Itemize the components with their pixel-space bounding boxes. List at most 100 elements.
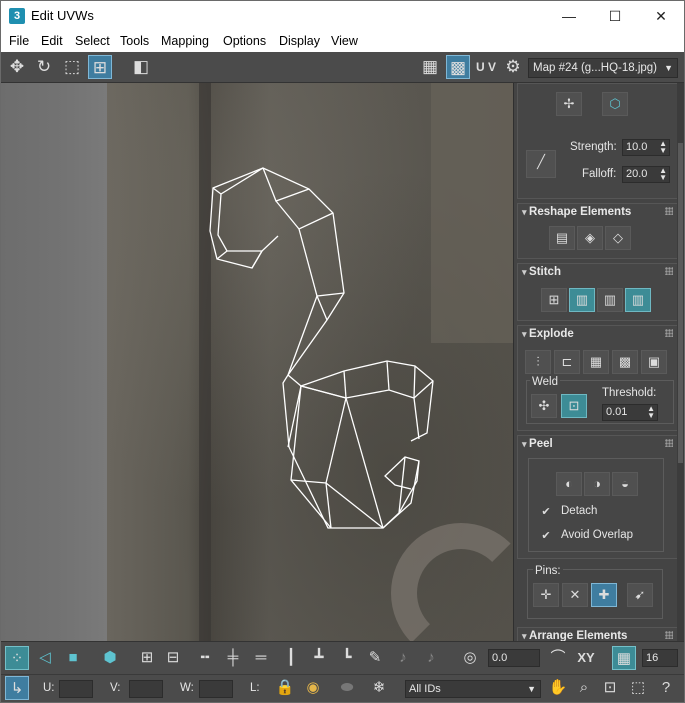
spinner-arrows-icon[interactable]: ▲ ▼ (647, 405, 655, 420)
minimize-button[interactable]: — (546, 1, 592, 31)
freeze-icon[interactable]: ❄ (367, 676, 391, 700)
xy-toggle[interactable]: XY (574, 646, 598, 670)
menu-edit[interactable]: Edit (41, 34, 63, 48)
reshape-elements-title[interactable]: Reshape Elements (522, 206, 631, 218)
ring-select-icon[interactable]: ═ (249, 646, 273, 670)
pin-auto-icon[interactable]: ✚ (591, 583, 617, 607)
show-map-icon[interactable]: ▩ (446, 55, 470, 79)
angle-spinner[interactable]: 0.0 (488, 649, 540, 667)
grip-icon[interactable] (665, 439, 673, 447)
maximize-button[interactable]: ☐ (592, 1, 638, 31)
stitch-custom-icon[interactable]: ⊞ (541, 288, 567, 312)
lock-icon[interactable]: 🔒 (273, 676, 297, 700)
soft-selection-icon[interactable]: ◎ (458, 646, 482, 670)
menu-mapping[interactable]: Mapping (161, 34, 209, 48)
align-horizontal-icon[interactable]: ┻ (307, 646, 331, 670)
absolute-offset-icon[interactable]: ↳ (5, 676, 29, 700)
falloff-curve-icon[interactable]: ⌒ (546, 646, 570, 670)
u-field[interactable] (59, 680, 93, 698)
v-field[interactable] (129, 680, 163, 698)
loop-grow-icon[interactable]: ╪ (221, 646, 245, 670)
straighten-icon[interactable]: ▤ (549, 226, 575, 250)
spinner-arrows-icon[interactable]: ▲ ▼ (659, 167, 667, 182)
paint-move-icon[interactable]: ✢ (556, 92, 582, 116)
peel-mode-icon[interactable]: ◑ (584, 472, 610, 496)
paint-select-icon[interactable]: ✎ (363, 646, 387, 670)
grip-icon[interactable] (665, 267, 673, 275)
stitch-title[interactable]: Stitch (522, 266, 561, 278)
avoid-overlap-checkbox[interactable]: ✔ (540, 530, 552, 542)
grip-icon[interactable] (665, 207, 673, 215)
threshold-spinner[interactable]: 0.01 ▲ ▼ (602, 404, 658, 421)
menu-view[interactable]: View (331, 34, 358, 48)
paint-grow-icon[interactable]: ♪ (391, 646, 415, 670)
mirror-icon[interactable]: ◧ (129, 55, 153, 79)
menu-options[interactable]: Options (223, 34, 266, 48)
explode-checker-icon[interactable]: ▩ (612, 350, 638, 374)
menu-file[interactable]: File (9, 34, 29, 48)
pin-select-icon[interactable]: ➹ (627, 583, 653, 607)
menu-select[interactable]: Select (75, 34, 110, 48)
help-icon[interactable]: ? (654, 676, 678, 700)
map-select[interactable]: Map #24 (g...HQ-18.jpg) ▼ (528, 58, 678, 78)
face-mode-icon[interactable]: ■ (61, 646, 85, 670)
scrollbar-thumb[interactable] (678, 143, 683, 463)
grid-snap-icon[interactable]: ▦ (612, 646, 636, 670)
vertex-mode-icon[interactable]: ⁘ (5, 646, 29, 670)
relax-icon[interactable]: ◈ (577, 226, 603, 250)
element-mode-icon[interactable]: ⬢ (98, 646, 122, 670)
checker-pattern-icon[interactable]: ▦ (418, 55, 442, 79)
stitch-target-icon[interactable]: ▥ (625, 288, 651, 312)
spinner-arrows-icon[interactable]: ▲ ▼ (659, 140, 667, 155)
edge-mode-icon[interactable]: ◁ (33, 646, 57, 670)
explode-frame-icon[interactable]: ▣ (641, 350, 667, 374)
weld-selected-icon[interactable]: ✣ (531, 394, 557, 418)
flatten-icon[interactable]: ◇ (605, 226, 631, 250)
pin-remove-icon[interactable]: ✕ (562, 583, 588, 607)
grip-icon[interactable] (665, 631, 673, 639)
zoom-icon[interactable]: ⌕ (572, 676, 596, 700)
break-icon[interactable]: ⫶ (525, 350, 551, 374)
stitch-source-icon[interactable]: ▥ (569, 288, 595, 312)
align-vertical-icon[interactable]: ┗ (335, 646, 359, 670)
explode-title[interactable]: Explode (522, 328, 574, 340)
close-button[interactable]: ✕ (638, 1, 684, 31)
peel-title[interactable]: Peel (522, 438, 553, 450)
panel-scrollbar[interactable] (677, 83, 684, 641)
uv-viewport[interactable] (1, 83, 513, 641)
reset-peel-icon[interactable]: ◒ (612, 472, 638, 496)
arrange-elements-title[interactable]: Arrange Elements (522, 630, 627, 641)
uv-wireframe[interactable] (1, 83, 513, 641)
freeform-icon[interactable]: ⊞ (88, 55, 112, 79)
ring-grow-icon[interactable]: ┃ (279, 646, 303, 670)
unhide-icon[interactable]: ⬬ (335, 676, 359, 700)
grid-size-spinner[interactable]: 16 (642, 649, 678, 667)
id-filter-select[interactable]: All IDs ▼ (405, 680, 541, 698)
detach-checkbox[interactable]: ✔ (540, 506, 552, 518)
hide-icon[interactable]: ◉ (301, 676, 325, 700)
move-icon[interactable]: ✥ (5, 55, 29, 79)
zoom-extents-icon[interactable]: ⬚ (626, 676, 650, 700)
pan-icon[interactable]: ✋ (546, 676, 570, 700)
scale-icon[interactable]: ⬚ (60, 55, 84, 79)
brush-tool-icon[interactable]: ╱ (526, 150, 556, 178)
zoom-region-icon[interactable]: ⊡ (598, 676, 622, 700)
quick-peel-icon[interactable]: ◐ (556, 472, 582, 496)
paint-shrink-icon[interactable]: ♪ (419, 646, 443, 670)
shrink-selection-icon[interactable]: ⊟ (161, 646, 185, 670)
pin-add-icon[interactable]: ✛ (533, 583, 559, 607)
grow-selection-icon[interactable]: ⊞ (135, 646, 159, 670)
menu-display[interactable]: Display (279, 34, 320, 48)
map-settings-icon[interactable]: ⚙ (501, 55, 525, 79)
explode-grid-icon[interactable]: ▦ (583, 350, 609, 374)
grip-icon[interactable] (665, 329, 673, 337)
uv-toggle[interactable]: U V (474, 55, 498, 79)
strength-spinner[interactable]: 10.0 ▲ ▼ (622, 139, 670, 156)
loop-select-icon[interactable]: ╍ (193, 646, 217, 670)
falloff-spinner[interactable]: 20.0 ▲ ▼ (622, 166, 670, 183)
menu-tools[interactable]: Tools (120, 34, 149, 48)
split-icon[interactable]: ⊏ (554, 350, 580, 374)
relax-brush-icon[interactable]: ⬡ (602, 92, 628, 116)
w-field[interactable] (199, 680, 233, 698)
rotate-icon[interactable]: ↻ (32, 55, 56, 79)
